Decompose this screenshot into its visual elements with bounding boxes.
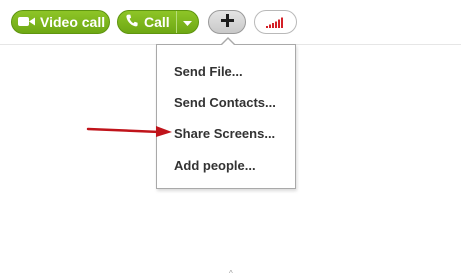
annotation-arrow-icon (86, 126, 172, 137)
call-button[interactable]: Call (118, 11, 176, 33)
menu-caret-fill (221, 39, 235, 46)
video-call-button[interactable]: Video call (11, 10, 110, 34)
add-button[interactable] (208, 10, 246, 34)
signal-strength-icon (266, 16, 285, 28)
chevron-down-icon (183, 14, 192, 30)
call-button-group: Call (117, 10, 199, 34)
call-quality-button[interactable] (254, 10, 297, 34)
menu-item-send-contacts[interactable]: Send Contacts... (174, 95, 276, 110)
menu-item-add-people[interactable]: Add people... (174, 158, 256, 173)
add-menu: Send File... Send Contacts... Share Scre… (156, 44, 296, 189)
plus-icon (220, 14, 234, 30)
menu-item-send-file[interactable]: Send File... (174, 64, 243, 79)
menu-item-share-screens[interactable]: Share Screens... (174, 126, 275, 141)
phone-icon (126, 14, 138, 30)
call-options-dropdown[interactable] (177, 11, 198, 33)
video-call-label: Video call (40, 14, 106, 30)
scroll-up-caret[interactable]: ^ (229, 269, 233, 278)
call-label: Call (144, 14, 170, 30)
video-camera-icon (18, 14, 35, 30)
